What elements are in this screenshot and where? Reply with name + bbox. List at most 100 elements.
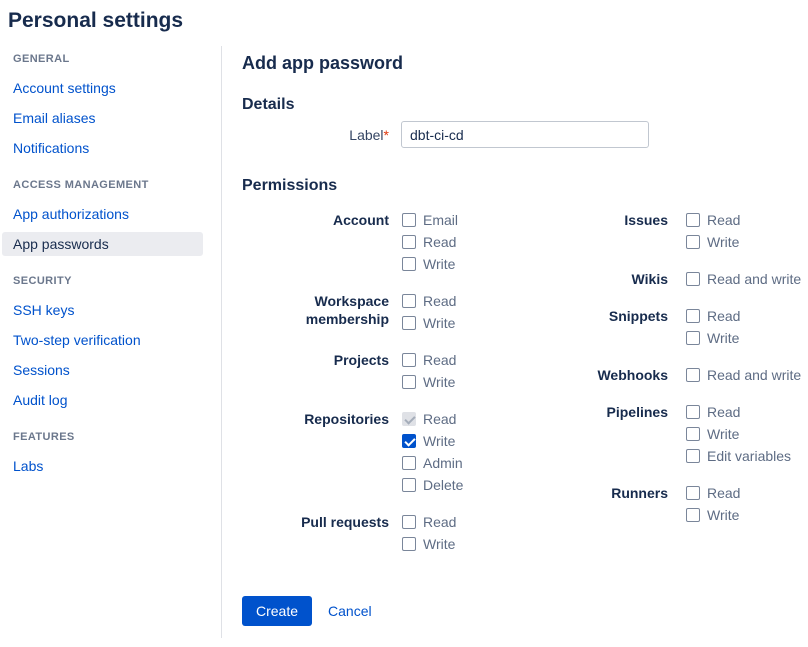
checkbox-repositories-delete[interactable] (402, 478, 416, 492)
sidebar-section-security: SECURITY SSH keys Two-step verification … (2, 275, 203, 412)
checkbox-label: Read (423, 514, 456, 530)
perm-group-projects: Projects Read Write (242, 349, 560, 393)
permissions-column-right: Issues Read Write (560, 209, 808, 570)
perm-option-runners-write[interactable]: Write (686, 504, 740, 526)
checkbox-label: Write (423, 315, 455, 331)
permissions-section: Permissions Account Email (242, 177, 808, 570)
perm-option-pipelines-read[interactable]: Read (686, 401, 791, 423)
cancel-link[interactable]: Cancel (328, 603, 372, 619)
perm-option-account-email[interactable]: Email (402, 209, 458, 231)
perm-group-pipelines: Pipelines Read Write (560, 401, 808, 467)
perm-option-wikis-read-and-write[interactable]: Read and write (686, 268, 801, 290)
checkbox-pipelines-read[interactable] (686, 405, 700, 419)
checkbox-projects-read[interactable] (402, 353, 416, 367)
perm-option-snippets-read[interactable]: Read (686, 305, 740, 327)
sidebar-item-labs[interactable]: Labs (2, 454, 203, 478)
label-input[interactable] (401, 121, 649, 148)
checkbox-label: Read (707, 404, 740, 420)
sidebar-item-two-step-verification[interactable]: Two-step verification (2, 328, 203, 352)
required-indicator: * (384, 127, 389, 143)
perm-option-repositories-write[interactable]: Write (402, 430, 463, 452)
checkbox-label: Write (707, 426, 739, 442)
checkbox-label: Delete (423, 477, 463, 493)
create-button[interactable]: Create (242, 596, 312, 626)
checkbox-label: Read (707, 308, 740, 324)
checkbox-label: Read (707, 212, 740, 228)
sidebar-section-features: FEATURES Labs (2, 431, 203, 478)
perm-option-runners-read[interactable]: Read (686, 482, 740, 504)
sidebar-heading-general: GENERAL (13, 53, 203, 67)
perm-option-workspace-read[interactable]: Read (402, 290, 456, 312)
perm-group-label: Account (242, 209, 389, 275)
perm-group-label: Projects (242, 349, 389, 393)
perm-option-pipelines-write[interactable]: Write (686, 423, 791, 445)
checkbox-runners-read[interactable] (686, 486, 700, 500)
perm-option-pull-requests-write[interactable]: Write (402, 533, 456, 555)
perm-option-pull-requests-read[interactable]: Read (402, 511, 456, 533)
perm-option-snippets-write[interactable]: Write (686, 327, 740, 349)
checkbox-label: Write (423, 536, 455, 552)
sidebar-item-audit-log[interactable]: Audit log (2, 388, 203, 412)
page-title: Personal settings (8, 9, 808, 33)
checkbox-workspace-read[interactable] (402, 294, 416, 308)
sidebar-item-sessions[interactable]: Sessions (2, 358, 203, 382)
perm-option-projects-write[interactable]: Write (402, 371, 456, 393)
checkbox-repositories-write[interactable] (402, 434, 416, 448)
sidebar-item-app-authorizations[interactable]: App authorizations (2, 202, 203, 226)
checkbox-snippets-write[interactable] (686, 331, 700, 345)
sidebar-section-general: GENERAL Account settings Email aliases N… (2, 53, 203, 160)
checkbox-projects-write[interactable] (402, 375, 416, 389)
perm-group-label: Wikis (560, 268, 668, 290)
sidebar-section-access-management: ACCESS MANAGEMENT App authorizations App… (2, 179, 203, 256)
perm-option-repositories-delete[interactable]: Delete (402, 474, 463, 496)
checkbox-label: Write (707, 507, 739, 523)
perm-option-issues-write[interactable]: Write (686, 231, 740, 253)
perm-option-account-read[interactable]: Read (402, 231, 458, 253)
form-title: Add app password (242, 53, 808, 74)
label-field-row: Label* (242, 121, 808, 148)
perm-option-repositories-admin[interactable]: Admin (402, 452, 463, 474)
details-heading: Details (242, 96, 808, 114)
checkbox-label: Read (423, 411, 456, 427)
perm-group-label: Repositories (242, 408, 389, 496)
checkbox-label: Write (707, 330, 739, 346)
sidebar-item-email-aliases[interactable]: Email aliases (2, 106, 203, 130)
checkbox-pipelines-write[interactable] (686, 427, 700, 441)
sidebar-item-account-settings[interactable]: Account settings (2, 76, 203, 100)
perm-option-repositories-read[interactable]: Read (402, 408, 463, 430)
perm-group-runners: Runners Read Write (560, 482, 808, 526)
perm-option-projects-read[interactable]: Read (402, 349, 456, 371)
checkbox-pull-requests-read[interactable] (402, 515, 416, 529)
checkbox-issues-read[interactable] (686, 213, 700, 227)
sidebar-item-ssh-keys[interactable]: SSH keys (2, 298, 203, 322)
layout: GENERAL Account settings Email aliases N… (0, 46, 808, 638)
settings-sidebar: GENERAL Account settings Email aliases N… (0, 46, 222, 638)
perm-option-webhooks-read-and-write[interactable]: Read and write (686, 364, 801, 386)
perm-group-account: Account Email Read (242, 209, 560, 275)
checkbox-pull-requests-write[interactable] (402, 537, 416, 551)
checkbox-workspace-write[interactable] (402, 316, 416, 330)
checkbox-runners-write[interactable] (686, 508, 700, 522)
checkbox-webhooks-read-and-write[interactable] (686, 368, 700, 382)
perm-group-issues: Issues Read Write (560, 209, 808, 253)
checkbox-label: Admin (423, 455, 463, 471)
sidebar-item-notifications[interactable]: Notifications (2, 136, 203, 160)
checkbox-repositories-admin[interactable] (402, 456, 416, 470)
checkbox-wikis-read-and-write[interactable] (686, 272, 700, 286)
checkbox-snippets-read[interactable] (686, 309, 700, 323)
sidebar-item-app-passwords[interactable]: App passwords (2, 232, 203, 256)
sidebar-heading-access-management: ACCESS MANAGEMENT (13, 179, 203, 193)
checkbox-account-read[interactable] (402, 235, 416, 249)
sidebar-heading-features: FEATURES (13, 431, 203, 445)
perm-option-workspace-write[interactable]: Write (402, 312, 456, 334)
checkbox-issues-write[interactable] (686, 235, 700, 249)
checkbox-label: Read (707, 485, 740, 501)
perm-option-account-write[interactable]: Write (402, 253, 458, 275)
checkbox-account-write[interactable] (402, 257, 416, 271)
checkbox-account-email[interactable] (402, 213, 416, 227)
checkbox-label: Write (423, 433, 455, 449)
perm-option-pipelines-edit-variables[interactable]: Edit variables (686, 445, 791, 467)
perm-option-issues-read[interactable]: Read (686, 209, 740, 231)
checkbox-pipelines-edit-variables[interactable] (686, 449, 700, 463)
perm-group-label: Snippets (560, 305, 668, 349)
